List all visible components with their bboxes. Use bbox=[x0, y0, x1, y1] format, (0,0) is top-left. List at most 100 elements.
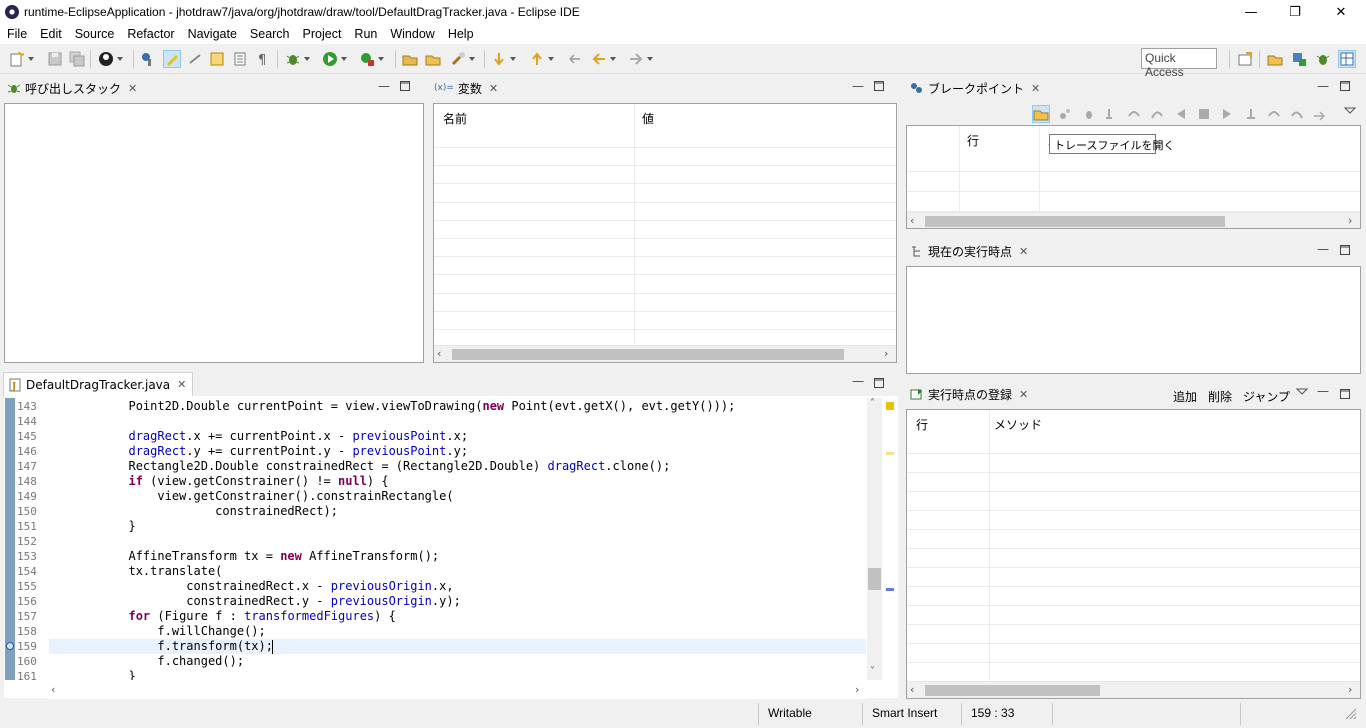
code-line[interactable]: f.transform(tx); bbox=[49, 639, 273, 654]
menu-search[interactable]: Search bbox=[243, 27, 296, 41]
code-line[interactable]: dragRect.x += currentPoint.x - previousP… bbox=[49, 429, 468, 444]
code-line[interactable]: for (Figure f : transformedFigures) { bbox=[49, 609, 395, 624]
forward-step-over-icon[interactable] bbox=[1266, 106, 1282, 122]
close-window-button[interactable]: ✕ bbox=[1318, 0, 1364, 24]
scrollbar-thumb[interactable] bbox=[925, 685, 1100, 696]
skip-icon[interactable] bbox=[1081, 106, 1097, 122]
overview-ruler[interactable] bbox=[883, 398, 897, 680]
menu-refactor[interactable]: Refactor bbox=[120, 27, 180, 41]
variables-panel[interactable]: 名前 値 ‹ › bbox=[433, 103, 897, 363]
scrollbar-thumb[interactable] bbox=[868, 568, 881, 590]
maximize-view-icon[interactable] bbox=[1340, 388, 1350, 402]
view-menu-icon[interactable] bbox=[1295, 386, 1309, 401]
code-line[interactable]: AffineTransform tx = new AffineTransform… bbox=[49, 549, 439, 564]
last-edit-icon[interactable] bbox=[567, 51, 583, 67]
minimize-view-icon[interactable]: — bbox=[1317, 384, 1329, 398]
debug-perspective-icon[interactable] bbox=[1315, 51, 1331, 67]
terminate-icon[interactable] bbox=[1196, 106, 1212, 122]
code-line[interactable]: tx.translate( bbox=[49, 564, 222, 579]
maximize-view-icon[interactable] bbox=[400, 80, 410, 94]
step-into-icon[interactable] bbox=[1103, 106, 1119, 122]
menu-help[interactable]: Help bbox=[441, 27, 480, 41]
column-header-line[interactable]: 行 bbox=[967, 132, 979, 149]
close-icon[interactable]: ✕ bbox=[1031, 82, 1040, 95]
horizontal-scrollbar[interactable]: ‹ › bbox=[907, 212, 1360, 228]
menu-window[interactable]: Window bbox=[383, 27, 440, 41]
java-perspective-icon[interactable] bbox=[1291, 51, 1307, 67]
menu-file[interactable]: File bbox=[0, 27, 33, 41]
menu-edit[interactable]: Edit bbox=[33, 27, 68, 41]
open-trace-file-icon[interactable] bbox=[1032, 105, 1050, 123]
step-over-icon[interactable] bbox=[1126, 106, 1142, 122]
horizontal-scrollbar[interactable]: ‹ › bbox=[434, 345, 896, 362]
minimize-view-icon[interactable]: — bbox=[378, 79, 390, 93]
minimize-view-icon[interactable]: — bbox=[1317, 79, 1329, 93]
scroll-left-icon[interactable]: ‹ bbox=[910, 683, 914, 696]
resume-back-icon[interactable] bbox=[1173, 106, 1189, 122]
new-java-project-icon[interactable] bbox=[402, 51, 418, 67]
code-editor[interactable]: Point2D.Double currentPoint = view.viewT… bbox=[49, 398, 866, 680]
pilcrow-icon[interactable]: ¶ bbox=[255, 51, 271, 68]
column-header-name[interactable]: 名前 bbox=[443, 110, 467, 127]
prev-annotation-icon[interactable] bbox=[529, 51, 554, 67]
close-icon[interactable]: ✕ bbox=[177, 378, 186, 391]
maximize-button[interactable]: ❐ bbox=[1272, 0, 1318, 24]
run-icon[interactable] bbox=[322, 51, 347, 67]
code-line[interactable]: dragRect.y += currentPoint.y - previousP… bbox=[49, 444, 468, 459]
external-tools-icon[interactable] bbox=[359, 51, 384, 67]
exec-register-panel[interactable]: 行 メソッド ‹ › bbox=[906, 409, 1361, 699]
close-icon[interactable]: ✕ bbox=[1019, 388, 1028, 401]
link-icon[interactable] bbox=[1312, 106, 1328, 122]
toggle-breakpoint-icon[interactable] bbox=[140, 51, 156, 67]
menu-navigate[interactable]: Navigate bbox=[181, 27, 243, 41]
scroll-left-icon[interactable]: ‹ bbox=[437, 347, 441, 360]
open-perspective-icon[interactable] bbox=[1237, 51, 1253, 67]
scroll-right-icon[interactable]: › bbox=[1348, 683, 1352, 696]
column-header-line[interactable]: 行 bbox=[916, 416, 928, 433]
maximize-view-icon[interactable] bbox=[1340, 244, 1350, 258]
scrollbar-thumb[interactable] bbox=[452, 349, 844, 360]
maximize-view-icon[interactable] bbox=[874, 377, 884, 391]
scroll-right-icon[interactable]: › bbox=[884, 347, 888, 360]
jump-button[interactable]: ジャンプ bbox=[1243, 388, 1290, 405]
horizontal-scrollbar[interactable]: ‹ › bbox=[49, 682, 867, 699]
code-line[interactable]: Point2D.Double currentPoint = view.viewT… bbox=[49, 399, 735, 414]
scroll-down-icon[interactable]: ˅ bbox=[870, 666, 875, 677]
open-folder-icon[interactable] bbox=[425, 51, 441, 67]
scroll-left-icon[interactable]: ‹ bbox=[910, 214, 914, 227]
resource-perspective-icon[interactable] bbox=[1267, 51, 1283, 67]
mark-occurrences-icon[interactable] bbox=[163, 50, 181, 68]
run-menu-icon[interactable] bbox=[98, 51, 123, 67]
code-line[interactable]: Rectangle2D.Double constrainedRect = (Re… bbox=[49, 459, 670, 474]
close-icon[interactable]: ✕ bbox=[1019, 245, 1028, 258]
minimize-view-icon[interactable]: — bbox=[1317, 242, 1329, 256]
tab-editor[interactable]: J DefaultDragTracker.java ✕ bbox=[3, 372, 194, 396]
code-line[interactable]: if (view.getConstrainer() != null) { bbox=[49, 474, 388, 489]
tab-variables[interactable]: (x)= 変数 ✕ bbox=[430, 77, 498, 99]
minimize-view-icon[interactable]: — bbox=[852, 374, 864, 388]
code-line[interactable]: f.willChange(); bbox=[49, 624, 265, 639]
menu-project[interactable]: Project bbox=[296, 27, 348, 41]
next-annotation-icon[interactable] bbox=[491, 51, 516, 67]
code-line[interactable]: constrainedRect.y - previousOrigin.y); bbox=[49, 594, 461, 609]
forward-icon[interactable] bbox=[628, 51, 653, 67]
scroll-left-icon[interactable]: ‹ bbox=[51, 683, 55, 696]
resize-grip-icon[interactable] bbox=[1345, 708, 1357, 723]
scroll-right-icon[interactable]: › bbox=[1348, 214, 1352, 227]
quick-access-input[interactable]: Quick Access bbox=[1141, 48, 1217, 79]
code-line[interactable]: f.changed(); bbox=[49, 654, 244, 669]
menu-run[interactable]: Run bbox=[347, 27, 383, 41]
view-menu-icon[interactable] bbox=[1343, 105, 1360, 121]
tab-breakpoints[interactable]: ブレークポイント ✕ bbox=[906, 77, 1040, 99]
save-icon[interactable] bbox=[47, 51, 63, 67]
trace-perspective-icon[interactable] bbox=[1338, 50, 1356, 68]
save-all-icon[interactable] bbox=[69, 51, 85, 67]
code-line[interactable]: constrainedRect.x - previousOrigin.x, bbox=[49, 579, 453, 594]
maximize-view-icon[interactable] bbox=[874, 80, 884, 94]
search-tool-icon[interactable] bbox=[450, 51, 475, 67]
warning-marker-icon[interactable] bbox=[886, 402, 894, 410]
code-line[interactable]: constrainedRect); bbox=[49, 504, 338, 519]
back-icon[interactable] bbox=[591, 51, 616, 67]
add-button[interactable]: 追加 bbox=[1173, 388, 1197, 405]
horizontal-scrollbar[interactable]: ‹ › bbox=[907, 681, 1360, 698]
